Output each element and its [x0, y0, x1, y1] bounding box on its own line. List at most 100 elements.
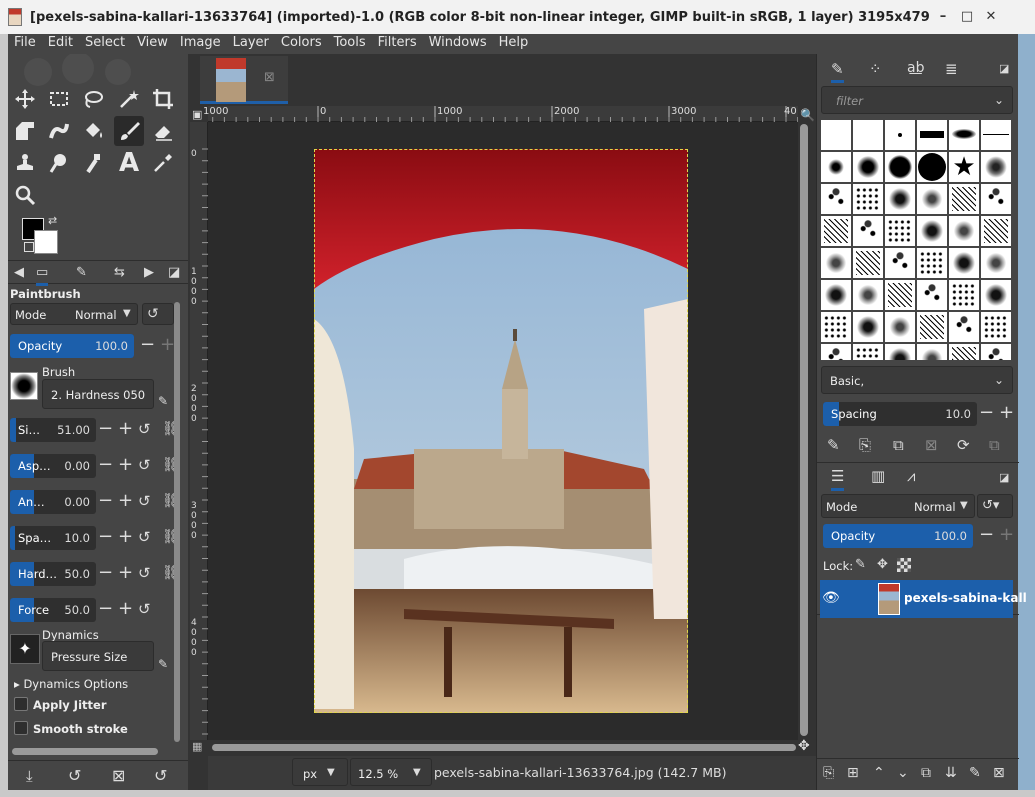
- canvas-vscroll[interactable]: [800, 124, 808, 736]
- fuzzy-select-icon[interactable]: [114, 84, 144, 114]
- close-button[interactable]: ✕: [984, 10, 998, 24]
- tab-fonts-icon[interactable]: a͟b: [907, 60, 924, 76]
- tab-configure-icon[interactable]: ◪: [168, 265, 180, 280]
- brush-name-field[interactable]: 2. Hardness 050: [42, 379, 154, 409]
- title-bar[interactable]: [pexels-sabina-kallari-13633764] (import…: [0, 0, 1035, 34]
- color-picker-icon[interactable]: [148, 148, 178, 178]
- layer-mode-reset[interactable]: ↺▾: [977, 494, 1013, 518]
- brush-item[interactable]: [981, 184, 1011, 214]
- hardness-decrease-button[interactable]: −: [98, 564, 113, 582]
- brush-item[interactable]: [917, 216, 947, 246]
- angle-increase-button[interactable]: +: [118, 492, 133, 510]
- brush-item[interactable]: [853, 184, 883, 214]
- paintbrush-tool-icon[interactable]: [114, 116, 144, 146]
- aspect-slider[interactable]: Asp… 0.00: [10, 454, 96, 478]
- brush-item[interactable]: [949, 120, 979, 150]
- force-slider[interactable]: Force 50.0: [10, 598, 96, 622]
- bucket-fill-icon[interactable]: [78, 116, 108, 146]
- opacity-decrease-button[interactable]: −: [140, 336, 155, 354]
- warp-transform-icon[interactable]: [44, 116, 74, 146]
- lock-pixels-icon[interactable]: ✎: [855, 557, 866, 572]
- open-brush-icon[interactable]: ⧉: [989, 436, 1000, 454]
- brush-item[interactable]: [821, 280, 851, 310]
- aspect-decrease-button[interactable]: −: [98, 456, 113, 474]
- vertical-ruler[interactable]: 0 1000 2000 3000 4000: [190, 122, 208, 740]
- brush-item[interactable]: [885, 248, 915, 278]
- brush-item[interactable]: [821, 120, 851, 150]
- menu-windows[interactable]: Windows: [423, 34, 493, 52]
- tab-paths-icon[interactable]: ⩘: [907, 467, 915, 485]
- hardness-slider[interactable]: Hard… 50.0: [10, 562, 96, 586]
- delete-layer-icon[interactable]: ⊠: [993, 765, 1005, 781]
- save-options-icon[interactable]: ⤓: [26, 767, 33, 785]
- close-tab-icon[interactable]: ⊠: [264, 70, 275, 85]
- brush-item[interactable]: [949, 312, 979, 342]
- brush-item[interactable]: [885, 184, 915, 214]
- zoom-toggle-icon[interactable]: 🔍: [800, 108, 815, 122]
- mode-select[interactable]: Mode Normal ▼: [10, 303, 138, 325]
- brush-item[interactable]: [821, 152, 851, 182]
- menu-layer[interactable]: Layer: [227, 34, 275, 52]
- unit-select[interactable]: px ▼: [292, 758, 348, 786]
- delete-options-icon[interactable]: ⊠: [112, 766, 125, 785]
- brush-item[interactable]: [917, 184, 947, 214]
- menu-tools[interactable]: Tools: [328, 34, 372, 52]
- spacing-slider[interactable]: Spa… 10.0: [10, 526, 96, 550]
- hardness-reset-icon[interactable]: ↺: [138, 564, 151, 582]
- brush-item[interactable]: [853, 312, 883, 342]
- brush-item[interactable]: [917, 344, 947, 360]
- maximize-button[interactable]: □: [960, 10, 974, 24]
- brush-item[interactable]: [853, 120, 883, 150]
- brush-edit-icon[interactable]: ✎: [158, 394, 168, 408]
- restore-options-icon[interactable]: ↺: [68, 766, 81, 785]
- brush-item[interactable]: [821, 184, 851, 214]
- canvas-viewport[interactable]: [208, 122, 798, 740]
- lock-alpha-icon[interactable]: [897, 558, 911, 572]
- tab-undo-history-icon[interactable]: ⇆: [114, 265, 125, 280]
- tab-device-status-icon[interactable]: ✎: [76, 265, 87, 280]
- menu-select[interactable]: Select: [79, 34, 131, 52]
- brush-item[interactable]: [949, 344, 979, 360]
- duplicate-brush-icon[interactable]: ⧉: [893, 436, 904, 454]
- brush-item[interactable]: [853, 344, 883, 360]
- mode-reset-button[interactable]: ↺: [142, 303, 174, 325]
- zoom-select[interactable]: 12.5 % ▼: [350, 758, 432, 786]
- brush-item[interactable]: [853, 152, 883, 182]
- eye-visibility-icon[interactable]: 👁: [822, 590, 840, 606]
- brush-item[interactable]: [981, 312, 1011, 342]
- hardness-increase-button[interactable]: +: [118, 564, 133, 582]
- lock-position-icon[interactable]: ✥: [877, 557, 888, 572]
- brush-item[interactable]: [949, 184, 979, 214]
- brush-item[interactable]: [885, 280, 915, 310]
- menu-colors[interactable]: Colors: [275, 34, 328, 52]
- unified-transform-icon[interactable]: [10, 116, 40, 146]
- tab-layers-icon[interactable]: ☰: [831, 467, 845, 491]
- brush-item[interactable]: [821, 216, 851, 246]
- dynamics-options-expander[interactable]: ▸ Dynamics Options: [14, 677, 128, 691]
- size-reset-icon[interactable]: ↺: [138, 420, 151, 438]
- refresh-brushes-icon[interactable]: ⟳: [957, 436, 970, 454]
- brush-item[interactable]: [917, 152, 947, 182]
- spacing-decrease-button[interactable]: −: [979, 404, 994, 422]
- spacing-increase-button[interactable]: +: [999, 404, 1014, 422]
- brush-item[interactable]: [821, 248, 851, 278]
- tool-options-vscroll[interactable]: [174, 302, 180, 742]
- brush-item[interactable]: [917, 312, 947, 342]
- brush-spacing-slider[interactable]: Spacing 10.0: [823, 402, 977, 426]
- canvas-hscroll[interactable]: [212, 744, 796, 751]
- rect-select-icon[interactable]: [44, 84, 74, 114]
- tab-next-icon[interactable]: ▶: [144, 265, 154, 280]
- brush-preview[interactable]: [10, 372, 38, 400]
- force-reset-icon[interactable]: ↺: [138, 600, 151, 618]
- brush-item[interactable]: [885, 120, 915, 150]
- brush-item[interactable]: [949, 248, 979, 278]
- spacing-decrease-button[interactable]: −: [98, 528, 113, 546]
- aspect-reset-icon[interactable]: ↺: [138, 456, 151, 474]
- reset-colors-icon[interactable]: [24, 242, 34, 252]
- force-decrease-button[interactable]: −: [98, 600, 113, 618]
- angle-reset-icon[interactable]: ↺: [138, 492, 151, 510]
- smooth-stroke-checkbox[interactable]: [14, 721, 28, 735]
- layer-opacity-increase-button[interactable]: +: [999, 526, 1014, 544]
- menu-image[interactable]: Image: [174, 34, 227, 52]
- layer-mask-icon[interactable]: ✎: [969, 765, 981, 781]
